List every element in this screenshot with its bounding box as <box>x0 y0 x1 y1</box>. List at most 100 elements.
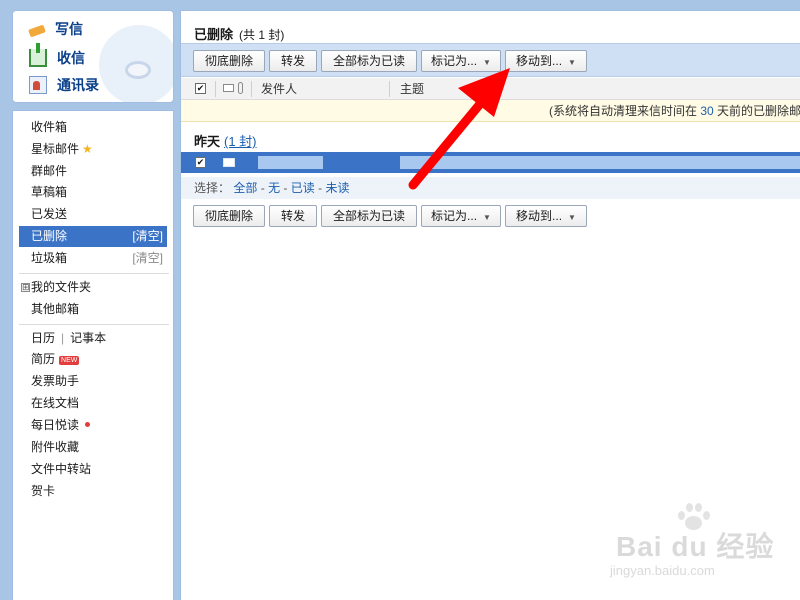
quick-links-panel: 写信 收信 通讯录 <box>12 10 174 103</box>
sidebar-item-label: 星标邮件 <box>31 142 80 156</box>
mark-all-read-button[interactable]: 全部标为已读 <box>321 50 417 72</box>
move-to-label: 移动到... <box>516 209 563 223</box>
mark-as-dropdown[interactable]: 标记为... ▼ <box>421 50 501 72</box>
sidebar-item-my-folders[interactable]: ⊞ 我的文件夹 <box>19 277 167 298</box>
sidebar-item-label: 垃圾箱 <box>31 251 68 265</box>
sidebar-item-group-mail[interactable]: 群邮件 <box>19 161 167 182</box>
top-toolbar: 彻底删除 转发 全部标为已读 标记为... ▼ 移动到... ▼ <box>181 43 800 77</box>
select-all-link[interactable]: 全部 <box>233 181 257 195</box>
sidebar-item-label: 附件收藏 <box>31 440 80 454</box>
expand-plus-icon[interactable]: ⊞ <box>21 283 30 292</box>
notebook-link[interactable]: 记事本 <box>70 331 106 345</box>
watermark-url: jingyan.baidu.com <box>610 563 715 578</box>
empty-spam-link[interactable]: [清空] <box>132 248 163 269</box>
divider <box>19 273 169 274</box>
chevron-down-icon: ▼ <box>483 213 491 222</box>
sidebar-item-sent[interactable]: 已发送 <box>19 204 167 225</box>
sidebar-item-attachments[interactable]: 附件收藏 <box>19 437 167 458</box>
divider <box>389 81 390 97</box>
move-to-dropdown[interactable]: 移动到... ▼ <box>505 50 587 72</box>
baidu-jingyan-watermark: Bai du 经验 jingyan.baidu.com <box>610 503 790 585</box>
watermark-brand: Bai du 经验 <box>616 531 775 562</box>
sidebar-item-inbox[interactable]: 收件箱 <box>19 117 167 138</box>
contacts-label: 通讯录 <box>57 77 99 93</box>
empty-deleted-link[interactable]: [清空] <box>132 226 163 247</box>
page-title: 已删除 (共 1 封) <box>194 24 284 43</box>
sidebar-item-spam[interactable]: 垃圾箱 [清空] <box>19 248 167 269</box>
delete-forever-button[interactable]: 彻底删除 <box>193 205 265 227</box>
sidebar-item-label: 在线文档 <box>31 396 80 410</box>
separator: - <box>260 181 265 195</box>
compose-label: 写信 <box>55 21 83 37</box>
sidebar-item-cards[interactable]: 贺卡 <box>19 481 167 502</box>
separator: - <box>283 181 288 195</box>
chevron-down-icon: ▼ <box>568 58 576 67</box>
sidebar-item-deleted[interactable]: 已删除 [清空] <box>19 226 167 247</box>
chevron-down-icon: ▼ <box>568 213 576 222</box>
attachment-icon <box>238 82 243 94</box>
mark-as-label: 标记为... <box>431 54 478 68</box>
sidebar-item-label: 群邮件 <box>31 164 68 178</box>
sidebar-item-label: 草稿箱 <box>31 185 68 199</box>
select-none-link[interactable]: 无 <box>268 181 280 195</box>
select-all-checkbox[interactable]: ✔ <box>195 83 206 94</box>
sender-column-header[interactable]: 发件人 <box>261 78 297 100</box>
envelope-icon <box>223 158 235 167</box>
folder-title: 已删除 <box>194 27 234 42</box>
sidebar-item-drafts[interactable]: 草稿箱 <box>19 182 167 203</box>
select-read-link[interactable]: 已读 <box>291 181 315 195</box>
compose-link[interactable]: 写信 <box>28 18 83 40</box>
forward-button[interactable]: 转发 <box>269 50 317 72</box>
sidebar-item-label: 贺卡 <box>31 484 56 498</box>
sidebar-item-label: 简历 <box>31 352 56 366</box>
move-to-dropdown[interactable]: 移动到... ▼ <box>505 205 587 227</box>
sidebar-item-transfer[interactable]: 文件中转站 <box>19 459 167 480</box>
sidebar-item-docs[interactable]: 在线文档 <box>19 393 167 414</box>
chevron-down-icon: ▼ <box>483 58 491 67</box>
divider <box>251 81 252 97</box>
column-header: ✔ 发件人 主题 <box>181 78 800 100</box>
bottom-toolbar: 彻底删除 转发 全部标为已读 标记为... ▼ 移动到... ▼ <box>181 199 800 233</box>
calendar-link[interactable]: 日历 <box>31 331 55 345</box>
new-badge: NEW <box>59 356 80 365</box>
divider <box>215 81 216 97</box>
sidebar-item-other-mailbox[interactable]: 其他邮箱 <box>19 299 167 320</box>
separator: - <box>318 181 323 195</box>
mail-count: (共 1 封) <box>239 28 285 42</box>
selection-label: 选择： <box>194 181 231 195</box>
folder-sidebar: 收件箱 星标邮件 ★ 群邮件 草稿箱 已发送 已删除 [清空] 垃圾箱 [清空] … <box>12 110 174 600</box>
sidebar-item-label: 收件箱 <box>31 120 68 134</box>
table-row[interactable]: ✔ <box>181 152 800 173</box>
date-group-label: 昨天 <box>194 134 221 149</box>
separator: | <box>61 331 65 345</box>
receive-label: 收信 <box>57 50 85 66</box>
mark-all-read-button[interactable]: 全部标为已读 <box>321 205 417 227</box>
mark-as-label: 标记为... <box>431 209 478 223</box>
delete-forever-button[interactable]: 彻底删除 <box>193 50 265 72</box>
date-group-title: 昨天 (1 封) <box>194 131 257 150</box>
subject-column-header[interactable]: 主题 <box>400 78 424 100</box>
forward-button[interactable]: 转发 <box>269 205 317 227</box>
sidebar-item-starred[interactable]: 星标邮件 ★ <box>19 139 167 160</box>
inbox-download-icon <box>29 43 47 67</box>
unread-dot-icon <box>85 422 91 427</box>
move-to-label: 移动到... <box>516 54 563 68</box>
notice-prefix: (系统将自动清理来信时间在 <box>549 104 697 118</box>
sidebar-item-invoice[interactable]: 发票助手 <box>19 371 167 392</box>
sidebar-item-label: 已发送 <box>31 207 68 221</box>
row-checkbox[interactable]: ✔ <box>195 157 206 168</box>
mail-status-icon <box>223 84 234 92</box>
auto-cleanup-notice: (系统将自动清理来信时间在 30 天前的已删除邮 <box>181 100 800 122</box>
mark-as-dropdown[interactable]: 标记为... ▼ <box>421 205 501 227</box>
selection-bar: 选择： 全部 - 无 - 已读 - 未读 <box>181 177 800 199</box>
receive-link[interactable]: 收信 <box>29 43 85 69</box>
contacts-link[interactable]: 通讯录 <box>29 74 99 96</box>
divider <box>19 324 169 325</box>
notice-text: (系统将自动清理来信时间在 30 天前的已删除邮 <box>549 100 800 121</box>
sidebar-item-resume[interactable]: 简历 NEW <box>19 349 167 370</box>
date-group-count-link[interactable]: (1 封) <box>224 134 257 149</box>
select-unread-link[interactable]: 未读 <box>325 181 349 195</box>
contacts-icon <box>29 76 47 94</box>
sidebar-item-daily-read[interactable]: 每日悦读 <box>19 415 167 436</box>
sidebar-item-label: 每日悦读 <box>31 418 80 432</box>
